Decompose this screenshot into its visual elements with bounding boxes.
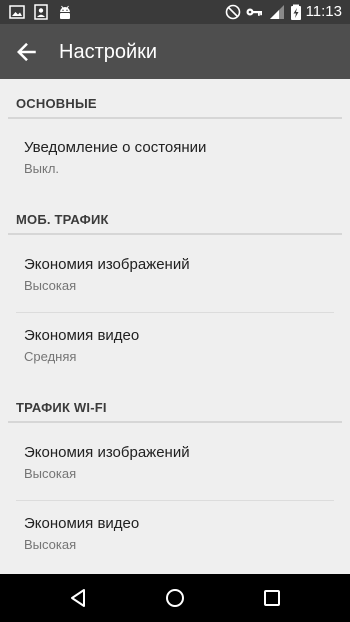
section-header-label: ТРАФИК WI-FI [16, 400, 107, 415]
pref-summary: Выкл. [24, 161, 60, 176]
section-header-general: ОСНОВНЫЕ [8, 79, 342, 119]
battery-charging-icon [291, 4, 301, 20]
pref-wifi-image-saving[interactable]: Экономия изображений Высокая [0, 429, 350, 499]
image-icon [9, 5, 25, 19]
home-circle-icon[interactable] [163, 586, 187, 610]
portrait-icon [34, 4, 48, 20]
back-triangle-icon[interactable] [66, 586, 90, 610]
navigation-bar [0, 574, 350, 622]
settings-list: ОСНОВНЫЕ Уведомление о состоянии Выкл. М… [0, 79, 350, 574]
pref-title: Экономия видео [24, 327, 140, 344]
arrow-back-icon[interactable] [12, 37, 42, 67]
recents-square-icon[interactable] [260, 586, 284, 610]
status-time: 11:13 [305, 3, 342, 20]
page-title: Настройки [59, 41, 158, 63]
pref-summary: Высокая [24, 466, 77, 481]
do-not-disturb-icon [225, 4, 241, 20]
signal-icon [270, 5, 284, 19]
pref-title: Экономия видео [24, 515, 140, 532]
app-bar: Настройки [0, 24, 350, 79]
pref-title: Экономия изображений [24, 256, 190, 273]
pref-title: Экономия изображений [24, 444, 190, 461]
vpn-key-icon [246, 8, 262, 16]
pref-wifi-video-saving[interactable]: Экономия видео Высокая [0, 500, 350, 570]
pref-status-notification[interactable]: Уведомление о состоянии Выкл. [0, 124, 350, 194]
section-header-mobile-traffic: МОБ. ТРАФИК [8, 195, 342, 235]
status-bar: 11:13 [0, 0, 350, 24]
pref-mobile-video-saving[interactable]: Экономия видео Средняя [0, 312, 350, 382]
pref-mobile-image-saving[interactable]: Экономия изображений Высокая [0, 241, 350, 311]
android-icon [60, 5, 70, 19]
pref-summary: Высокая [24, 537, 77, 552]
pref-title: Уведомление о состоянии [24, 139, 207, 156]
pref-summary: Средняя [24, 349, 77, 364]
section-header-label: ОСНОВНЫЕ [16, 96, 97, 111]
pref-summary: Высокая [24, 278, 77, 293]
section-header-label: МОБ. ТРАФИК [16, 212, 109, 227]
section-header-wifi-traffic: ТРАФИК WI-FI [8, 383, 342, 423]
